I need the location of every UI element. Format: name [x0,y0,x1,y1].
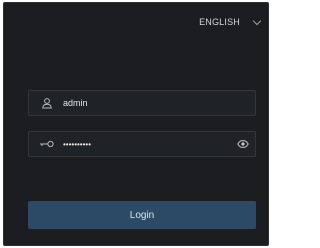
eye-icon[interactable] [235,136,251,152]
chevron-down-icon [252,16,262,25]
key-icon [39,136,55,152]
username-input[interactable] [55,91,255,115]
login-panel: ENGLISH Login [3,2,269,246]
username-field[interactable] [28,90,256,116]
password-input[interactable] [55,132,235,156]
password-field[interactable] [28,131,256,157]
login-button[interactable]: Login [28,201,256,229]
language-selector[interactable]: ENGLISH [199,16,262,27]
language-label: ENGLISH [199,17,240,27]
user-icon [39,95,55,111]
